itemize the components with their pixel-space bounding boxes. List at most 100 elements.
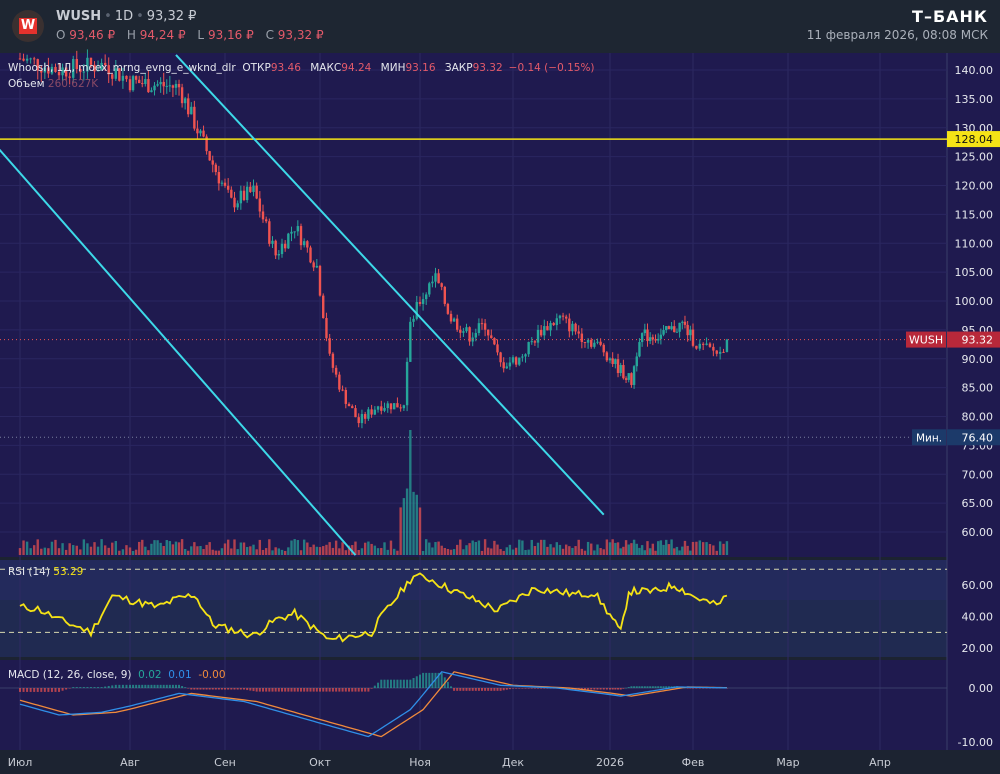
macd-hist-bar bbox=[125, 684, 128, 688]
candle-body bbox=[328, 338, 331, 354]
candle-body bbox=[443, 286, 446, 304]
volume-bar bbox=[590, 543, 593, 555]
volume-bar bbox=[357, 549, 360, 555]
macd-hist-bar bbox=[205, 688, 208, 690]
macd-hist-bar bbox=[150, 684, 153, 688]
candle-body bbox=[264, 219, 268, 222]
volume-bar bbox=[656, 541, 660, 555]
volume-bar bbox=[477, 540, 481, 555]
macd-hist-bar bbox=[296, 688, 299, 692]
volume-bar bbox=[530, 539, 533, 555]
macd-hist-bar bbox=[348, 688, 351, 692]
candle-body bbox=[322, 295, 325, 319]
y-tick-label: 85.00 bbox=[962, 382, 994, 395]
volume-bar bbox=[654, 550, 657, 555]
candle-body bbox=[580, 333, 584, 342]
candle-body bbox=[302, 241, 306, 246]
macd-hist-bar bbox=[202, 688, 205, 690]
candle-body bbox=[351, 406, 354, 409]
candle-body bbox=[725, 339, 729, 353]
macd-hist-bar bbox=[590, 688, 593, 690]
candle-body bbox=[277, 254, 281, 256]
candle-body bbox=[452, 318, 456, 322]
volume-bar bbox=[558, 544, 562, 555]
macd-hist-bar bbox=[319, 688, 321, 692]
volume-bar bbox=[593, 550, 596, 555]
macd-legend: MACD (12, 26, close, 9) 0.02 0.01 -0.00 bbox=[8, 669, 226, 681]
price-chart[interactable]: Июл Авг Сен Окт Ноя Дек 2026 Фев Мар Апр 60.00 65.0… bbox=[0, 0, 1000, 774]
volume-bar bbox=[468, 543, 471, 555]
volume-bar bbox=[695, 541, 698, 555]
candle-body bbox=[177, 83, 181, 88]
macd-hist-bar bbox=[181, 686, 184, 688]
candle-body bbox=[555, 318, 559, 326]
volume-bar bbox=[50, 541, 54, 555]
volume-bar bbox=[107, 547, 110, 555]
volume-bar bbox=[715, 550, 718, 555]
volume-bar bbox=[386, 549, 389, 555]
candle-body bbox=[552, 322, 555, 326]
volume-bar bbox=[596, 544, 599, 555]
macd-hist-bar bbox=[255, 688, 258, 692]
candle-body bbox=[543, 326, 546, 336]
candle-body bbox=[705, 343, 708, 345]
volume-bar bbox=[328, 542, 331, 555]
candle-body bbox=[536, 329, 540, 343]
volume-bar bbox=[718, 541, 722, 555]
volume-bar bbox=[36, 539, 39, 555]
macd-hist-bar bbox=[265, 688, 268, 692]
volume-bar bbox=[415, 494, 418, 555]
volume-bar bbox=[389, 540, 393, 555]
volume-bar bbox=[376, 548, 380, 555]
volume-bar bbox=[640, 545, 644, 555]
candle-body bbox=[367, 409, 370, 419]
volume-bar bbox=[249, 546, 252, 555]
volume-bar bbox=[318, 547, 322, 555]
macd-hist-bar bbox=[496, 688, 499, 691]
volume-bar bbox=[208, 542, 211, 555]
candle-body bbox=[608, 358, 612, 361]
volume-bar bbox=[648, 548, 652, 555]
volume-bar bbox=[521, 540, 524, 555]
volume-bar bbox=[322, 546, 325, 555]
candle-body bbox=[389, 403, 393, 410]
candle-body bbox=[331, 353, 335, 368]
candle-body bbox=[670, 326, 673, 330]
macd-hist-bar bbox=[625, 687, 628, 689]
macd-hist-bar bbox=[692, 688, 694, 689]
candle-body bbox=[111, 74, 114, 79]
volume-bar bbox=[630, 543, 633, 555]
macd-hist-bar bbox=[689, 688, 692, 689]
candle-body bbox=[287, 233, 290, 249]
volume-bar bbox=[187, 550, 190, 555]
macd-hist-bar bbox=[605, 688, 608, 690]
macd-hist-bar bbox=[354, 688, 357, 692]
candle-body bbox=[190, 106, 193, 115]
candle-body bbox=[665, 326, 668, 331]
macd-hist-bar bbox=[153, 684, 156, 688]
macd-hist-bar bbox=[132, 684, 135, 688]
candle-body bbox=[239, 190, 243, 204]
y-tick-label: 125.00 bbox=[955, 151, 994, 164]
candle-body bbox=[383, 408, 386, 411]
macd-hist-bar bbox=[224, 688, 226, 690]
volume-bar bbox=[564, 544, 568, 555]
hline-badge-text: 128.04 bbox=[955, 133, 994, 146]
macd-hist-bar bbox=[40, 688, 43, 692]
volume-bar bbox=[701, 542, 705, 555]
macd-hist-bar bbox=[367, 688, 370, 692]
volume-bar bbox=[539, 539, 543, 555]
macd-hist-bar bbox=[97, 687, 100, 688]
candle-body bbox=[290, 231, 293, 234]
candle-body bbox=[691, 329, 695, 346]
candle-body bbox=[409, 321, 412, 362]
macd-hist-bar bbox=[36, 688, 39, 692]
macd-hist-bar bbox=[293, 688, 296, 692]
macd-hist-bar bbox=[147, 684, 150, 688]
rsi-band-fill bbox=[0, 600, 947, 657]
volume-bar bbox=[118, 550, 121, 555]
macd-hist-bar bbox=[364, 688, 367, 692]
macd-hist-bar bbox=[465, 688, 468, 691]
x-tick-label: Дек bbox=[502, 756, 524, 769]
volume-bar bbox=[264, 548, 268, 555]
